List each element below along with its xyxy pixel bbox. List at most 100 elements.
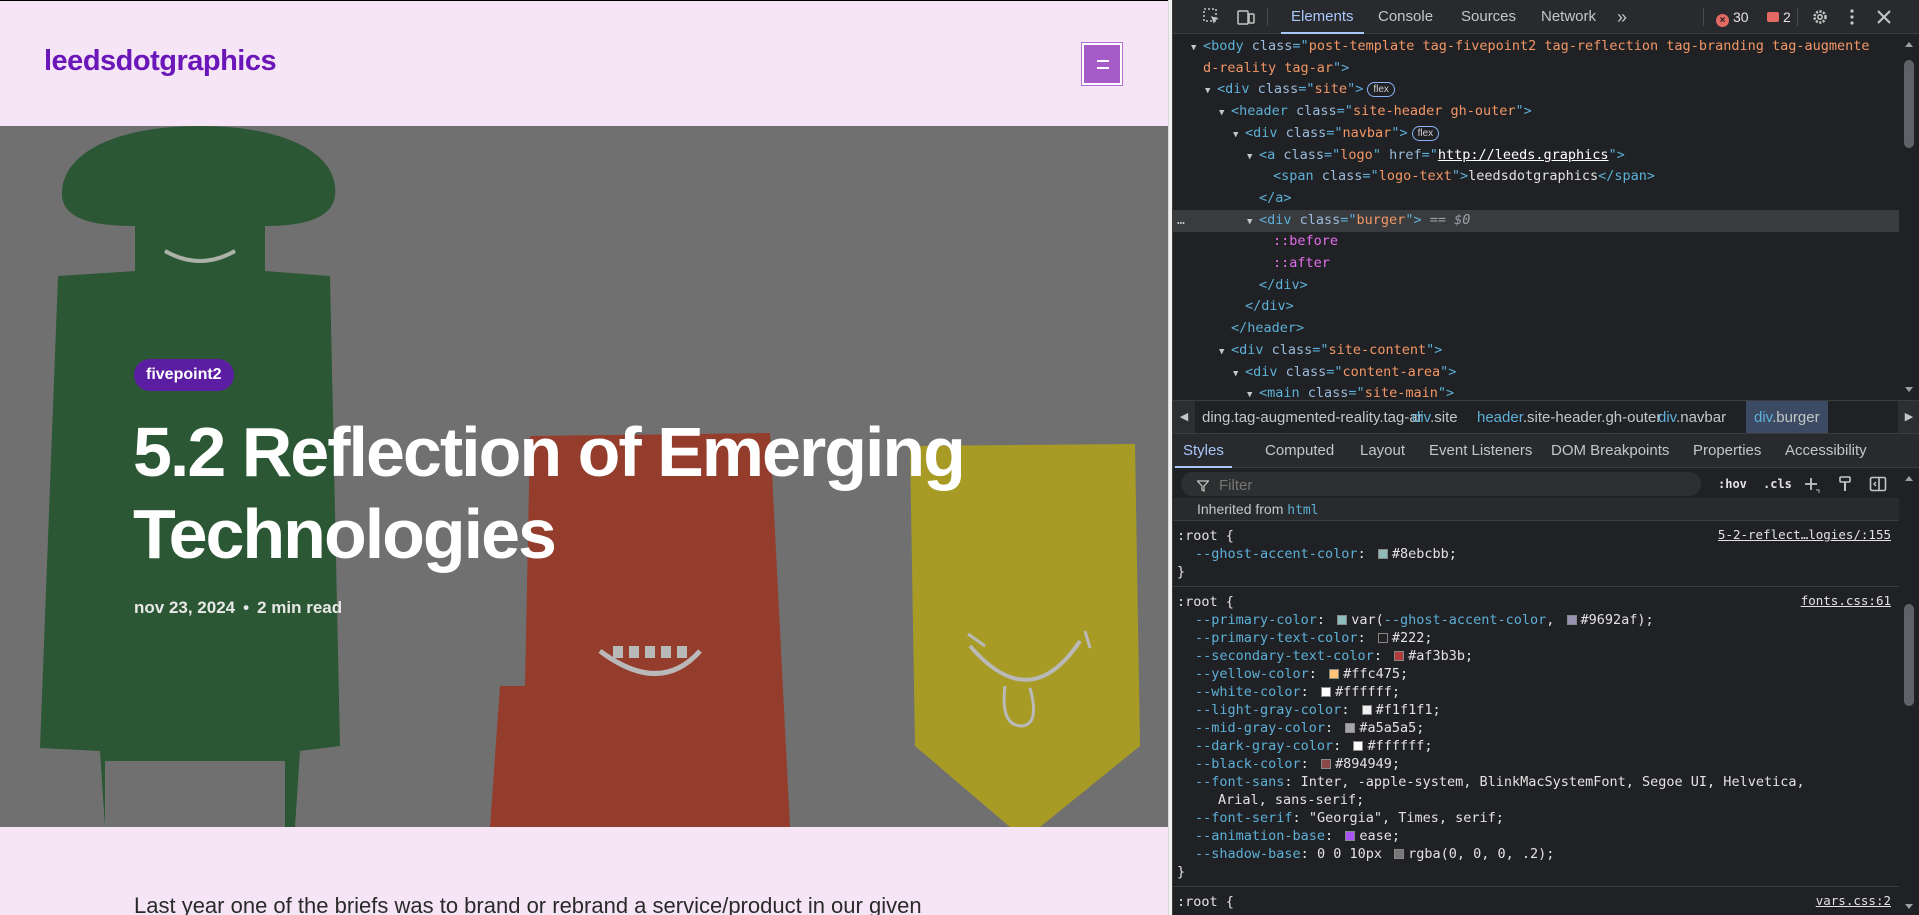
scroll-down-icon[interactable] — [1905, 904, 1913, 909]
css-declaration[interactable]: --secondary-text-color: #af3b3b; — [1195, 647, 1473, 665]
css-property-value[interactable]: Inter, -apple-system, BlinkMacSystemFont… — [1301, 774, 1805, 790]
css-property-name[interactable]: --black-color — [1195, 756, 1301, 772]
color-swatch[interactable] — [1361, 705, 1372, 715]
css-property-name[interactable]: --secondary-text-color — [1195, 648, 1374, 664]
css-property-value[interactable]: Arial, sans-serif; — [1218, 792, 1364, 808]
dom-node[interactable]: <span class="logo-text">leedsdotgraphics… — [1173, 166, 1899, 188]
css-declaration[interactable]: --shadow-base: 0 0 10px rgba(0, 0, 0, .2… — [1195, 845, 1554, 863]
color-swatch[interactable] — [1377, 633, 1388, 643]
elements-dom-tree[interactable]: ▼ <body class="post-template tag-fivepoin… — [1173, 34, 1919, 400]
tab-network[interactable]: Network — [1541, 0, 1596, 34]
error-count-badge[interactable]: × 30 — [1716, 0, 1749, 34]
css-rule[interactable]: :root { fonts.css:61 --primary-color: var(… — [1173, 586, 1899, 886]
tab-sources[interactable]: Sources — [1461, 0, 1516, 34]
dom-node-selected[interactable]: … ▼ <div class="burger"> == $0 — [1173, 209, 1899, 234]
css-property-value[interactable]: #ffffff; — [1367, 738, 1432, 754]
device-toolbar-icon[interactable] — [1237, 8, 1255, 26]
css-declaration[interactable]: --black-color: #894949; — [1195, 755, 1400, 773]
kebab-menu-icon[interactable] — [1843, 8, 1861, 26]
css-property-name[interactable]: --light-gray-color — [1195, 702, 1341, 718]
toggle-sidebar-icon[interactable] — [1869, 475, 1887, 493]
subtab-layout[interactable]: Layout — [1360, 434, 1405, 468]
site-logo[interactable]: leedsdotgraphics — [44, 45, 277, 78]
css-property-value[interactable]: ease; — [1359, 828, 1400, 844]
dom-node[interactable]: ::after — [1173, 253, 1899, 275]
styles-scroll-thumb[interactable] — [1904, 604, 1914, 706]
css-declaration[interactable]: --mid-gray-color: #a5a5a5; — [1195, 719, 1424, 737]
css-declaration[interactable]: --font-sans: Inter, -apple-system, Blink… — [1195, 773, 1805, 791]
burger-menu-button[interactable] — [1082, 43, 1122, 85]
expand-triangle-icon[interactable]: ▼ — [1205, 81, 1217, 103]
dom-node[interactable]: </div> — [1173, 275, 1899, 297]
color-swatch[interactable] — [1566, 615, 1577, 625]
css-selector[interactable]: :root { — [1177, 893, 1234, 911]
color-swatch[interactable] — [1377, 549, 1388, 559]
toggle-hover-state-button[interactable]: :hov — [1718, 472, 1747, 496]
dom-node[interactable]: ▼ <div class="content-area"> — [1173, 362, 1899, 384]
subtab-dom-breakpoints[interactable]: DOM Breakpoints — [1551, 434, 1669, 468]
tab-console[interactable]: Console — [1378, 0, 1433, 34]
inherited-from-link[interactable]: html — [1287, 503, 1318, 518]
css-property-name[interactable]: --font-sans — [1195, 774, 1284, 790]
css-property-name[interactable]: --yellow-color — [1195, 666, 1309, 682]
css-property-name[interactable]: --primary-text-color — [1195, 630, 1358, 646]
css-declaration[interactable]: --yellow-color: #ffc475; — [1195, 665, 1408, 683]
css-declaration[interactable]: --dark-gray-color: #ffffff; — [1195, 737, 1432, 755]
css-declaration[interactable]: --white-color: #ffffff; — [1195, 683, 1400, 701]
css-declaration[interactable]: --primary-color: var(--ghost-accent-colo… — [1195, 611, 1654, 629]
styles-scrollbar[interactable] — [1899, 468, 1919, 915]
subtab-computed[interactable]: Computed — [1265, 434, 1334, 468]
css-property-name[interactable]: --dark-gray-color — [1195, 738, 1333, 754]
css-property-value[interactable]: #a5a5a5; — [1359, 720, 1424, 736]
css-property-name[interactable]: --white-color — [1195, 684, 1301, 700]
color-swatch[interactable] — [1345, 723, 1356, 733]
color-swatch[interactable] — [1345, 831, 1356, 841]
close-icon[interactable] — [1875, 8, 1893, 26]
subtab-accessibility[interactable]: Accessibility — [1785, 434, 1867, 468]
more-tabs-icon[interactable]: » — [1617, 0, 1627, 34]
dom-node[interactable]: ▼ <body class="post-template tag-fivepoin… — [1173, 36, 1899, 58]
css-rule[interactable]: :root {5-2-reflect…logies/:155 --ghost-ac… — [1173, 520, 1899, 586]
dom-node[interactable]: </div> — [1173, 296, 1899, 318]
css-property-name[interactable]: --shadow-base — [1195, 846, 1301, 862]
css-source-link[interactable]: vars.css:2 — [1816, 893, 1891, 908]
dom-node[interactable]: ▼ <div class="navbar"> flex — [1173, 123, 1899, 145]
post-tag[interactable]: fivepoint2 — [134, 359, 234, 391]
dom-token-link[interactable]: http://leeds.graphics — [1438, 147, 1609, 163]
dom-node[interactable]: d-reality tag-ar"> — [1173, 58, 1899, 80]
expand-triangle-icon[interactable]: ▼ — [1191, 38, 1203, 60]
issue-count-badge[interactable]: 2 — [1767, 0, 1791, 34]
dom-node[interactable]: ::before — [1173, 231, 1899, 253]
subtab-event-listeners[interactable]: Event Listeners — [1429, 434, 1532, 468]
color-swatch[interactable] — [1353, 741, 1364, 751]
css-property-value[interactable]: #8ebcbb; — [1392, 546, 1457, 562]
css-property-name[interactable]: --ghost-accent-color — [1195, 546, 1358, 562]
css-declaration[interactable]: --light-gray-color: #f1f1f1; — [1195, 701, 1441, 719]
scroll-down-icon[interactable] — [1905, 387, 1913, 392]
new-style-rule-icon[interactable] — [1803, 476, 1821, 494]
expand-triangle-icon[interactable]: ▼ — [1247, 212, 1259, 234]
css-declaration[interactable]: Arial, sans-serif; — [1218, 791, 1364, 809]
flex-badge[interactable]: flex — [1411, 125, 1440, 141]
breadcrumb-left-arrow-icon[interactable]: ◀ — [1173, 401, 1195, 433]
styles-filter-input[interactable] — [1219, 477, 1689, 494]
css-property-value[interactable]: #ffc475; — [1343, 666, 1408, 682]
dom-node[interactable]: </a> — [1173, 188, 1899, 210]
node-actions-ellipsis-icon[interactable]: … — [1177, 210, 1185, 232]
breadcrumb-item[interactable]: div.navbar — [1658, 401, 1726, 433]
color-swatch[interactable] — [1394, 849, 1405, 859]
css-property-name[interactable]: --font-serif — [1195, 810, 1293, 826]
css-rule[interactable]: :root { vars.css:2 — [1173, 886, 1899, 915]
css-selector[interactable]: :root { — [1177, 593, 1234, 611]
expand-triangle-icon[interactable]: ▼ — [1247, 385, 1259, 400]
css-property-name[interactable]: --mid-gray-color — [1195, 720, 1325, 736]
expand-triangle-icon[interactable]: ▼ — [1219, 103, 1231, 125]
dom-node[interactable]: ▼ <a class="logo" href="http://leeds.grap… — [1173, 145, 1899, 167]
color-swatch[interactable] — [1337, 615, 1348, 625]
css-property-value[interactable]: #ffffff; — [1335, 684, 1400, 700]
color-swatch[interactable] — [1320, 687, 1331, 697]
css-source-link[interactable]: fonts.css:61 — [1801, 593, 1891, 608]
toggle-classes-button[interactable]: .cls — [1763, 472, 1792, 496]
tab-elements[interactable]: Elements — [1281, 0, 1363, 34]
css-selector[interactable]: :root { — [1177, 527, 1234, 545]
